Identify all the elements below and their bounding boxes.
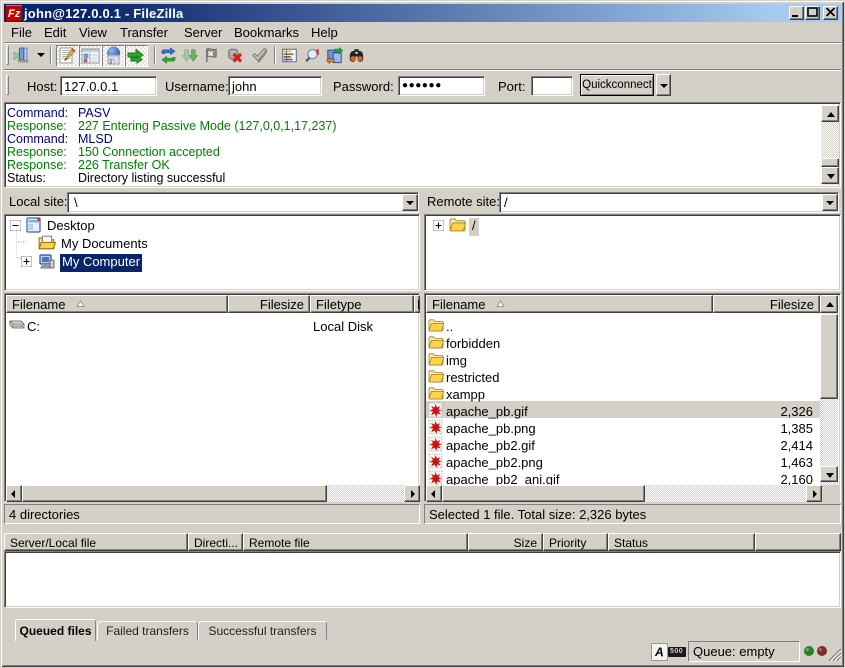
svg-text:Fz: Fz	[8, 8, 21, 20]
